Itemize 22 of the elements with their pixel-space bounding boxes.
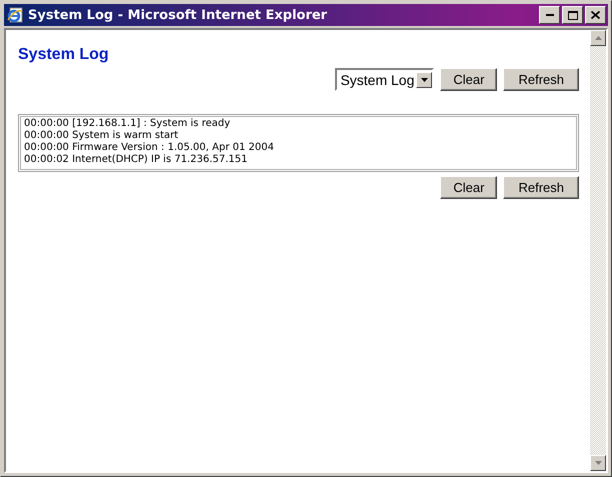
log-line: 00:00:00 [192.168.1.1] : System is ready	[24, 118, 230, 130]
close-button[interactable]	[585, 6, 606, 24]
minimize-button[interactable]	[539, 6, 560, 24]
scroll-down-icon	[594, 461, 602, 465]
scroll-up-icon	[594, 36, 602, 40]
vertical-scrollbar[interactable]	[590, 30, 606, 471]
log-line: 00:00:02 Internet(DHCP) IP is 71.236.57.151	[24, 154, 248, 166]
close-icon	[591, 11, 600, 19]
page-heading: System Log	[18, 46, 109, 64]
maximize-button[interactable]	[562, 6, 583, 24]
refresh-button[interactable]: Refresh	[503, 176, 579, 199]
window-title: System Log - Microsoft Internet Explorer	[28, 8, 328, 22]
minimize-icon	[546, 14, 554, 16]
refresh-button[interactable]: Refresh	[503, 68, 579, 91]
clear-button[interactable]: Clear	[440, 68, 498, 91]
clear-button[interactable]: Clear	[440, 176, 498, 199]
log-line: 00:00:00 Firmware Version : 1.05.00, Apr 01 2004	[24, 142, 274, 154]
maximize-icon	[568, 10, 578, 20]
log-line: 00:00:00 System is warm start	[24, 130, 178, 142]
log-type-dropdown[interactable]: System Log	[335, 68, 434, 91]
caret-icon	[420, 78, 428, 82]
browser-icon	[7, 7, 23, 23]
